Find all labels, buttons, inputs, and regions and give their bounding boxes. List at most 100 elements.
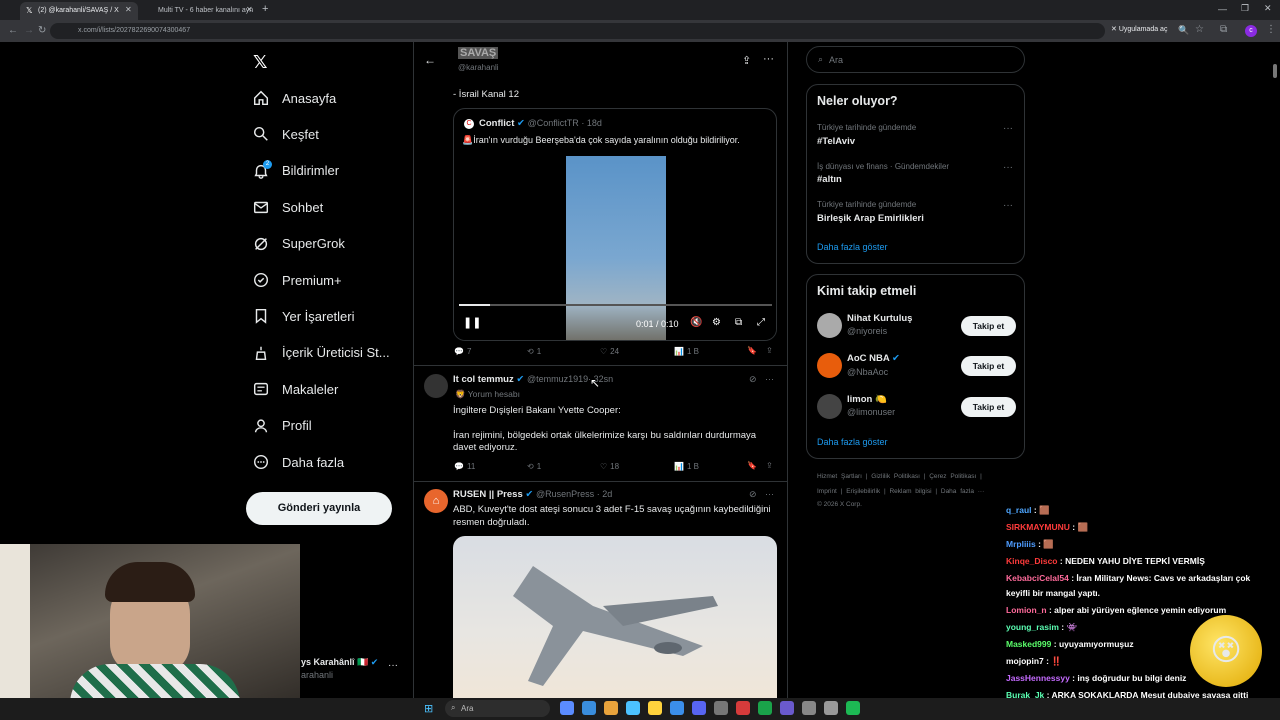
follow-avatar[interactable] [817, 353, 842, 378]
windows-start-icon[interactable]: ⊞ [424, 702, 433, 715]
share-icon[interactable]: ⇪ [766, 346, 773, 355]
star-icon[interactable]: ☆ [1195, 24, 1204, 35]
chat-username[interactable]: Masked999 [1006, 639, 1051, 649]
footer-link[interactable]: Çerez Politikası [929, 473, 976, 480]
chat-username[interactable]: mojopin7 [1006, 656, 1044, 666]
video-player[interactable]: ❚❚ 0:01 / 0:10 🔇 ⚙ ⧉ ⤢ [454, 156, 776, 340]
trend-more-icon[interactable]: ··· [1003, 123, 1013, 134]
chat-username[interactable]: Lomion_n [1006, 605, 1047, 615]
tweet-time[interactable]: · 2d [597, 489, 613, 499]
chat-username[interactable]: Kinqe_Disco [1006, 556, 1058, 566]
tab-savas[interactable]: (2) @karahanli/SAVAŞ / X [20, 2, 138, 20]
close-tab-icon[interactable]: ✕ [246, 5, 253, 14]
follow-name[interactable]: Nihat Kurtuluş [847, 313, 912, 324]
sidebar-item-sohbet[interactable]: Sohbet [252, 192, 323, 222]
maximize-icon[interactable]: ❐ [1241, 3, 1249, 14]
follow-name[interactable]: AoC NBA ✔ [847, 353, 900, 364]
tab-multitv[interactable]: Multi TV - 6 haber kanalını ayn [140, 2, 258, 20]
quote-tweet-card[interactable]: C Conflict ✔ @ConflictTR · 18d 🚨İran'ın … [453, 108, 777, 341]
footer-link[interactable]: Imprint [817, 488, 837, 495]
trend-item[interactable]: #TelAviv [817, 136, 855, 147]
sidebar-item-premium[interactable]: Premium+ [252, 265, 342, 295]
sidebar-item-supergrok[interactable]: SuperGrok [252, 229, 345, 259]
chat-username[interactable]: KebabciCelal54 [1006, 573, 1069, 583]
sidebar-item-profil[interactable]: Profil [252, 411, 312, 441]
tweet-author-handle[interactable]: @temmuz1919 [527, 374, 588, 384]
sidebar-item-makaleler[interactable]: Makaleler [252, 374, 338, 404]
follow-button[interactable]: Takip et [961, 316, 1016, 336]
taskbar-search-input[interactable]: ⌕ Ara [445, 700, 550, 717]
forward-icon[interactable]: → [24, 25, 34, 36]
trend-item[interactable]: Birleşik Arap Emirlikleri [817, 213, 924, 224]
account-more-icon[interactable]: ··· [388, 660, 398, 671]
more-icon[interactable]: ··· [765, 374, 774, 384]
sidebar-item-i-çerik-üreticisi-st[interactable]: İçerik Üreticisi St... [252, 338, 390, 368]
grok-icon[interactable]: ⊘ [749, 374, 757, 385]
back-arrow-icon[interactable]: ← [424, 53, 436, 67]
follow-button[interactable]: Takip et [961, 397, 1016, 417]
like-button[interactable]: ♡ 24 [600, 347, 619, 356]
video-progress-track[interactable] [459, 304, 772, 306]
sidebar-item-anasayfa[interactable]: Anasayfa [252, 83, 336, 113]
more-icon[interactable]: ··· [765, 489, 774, 499]
obs-icon[interactable] [736, 701, 750, 715]
follow-button[interactable]: Takip et [961, 356, 1016, 376]
follow-avatar[interactable] [817, 313, 842, 338]
chat-username[interactable]: young_rasim [1006, 622, 1059, 632]
steam-icon[interactable] [714, 701, 728, 715]
tweet-avatar[interactable] [424, 374, 448, 398]
open-in-app-button[interactable]: ✕ Uygulamada aç [1111, 25, 1167, 33]
grok-icon[interactable]: ⊘ [749, 489, 757, 500]
footer-link[interactable]: Reklam bilgisi [889, 488, 931, 495]
terminal-icon[interactable] [780, 701, 794, 715]
chat-username[interactable]: JassHennessyy [1006, 673, 1070, 683]
follow-name[interactable]: limon 🍋 [847, 394, 887, 405]
extensions-icon[interactable]: ⧉ [1220, 24, 1227, 35]
footer-link[interactable]: Erişilebilirlik [846, 488, 880, 495]
share-icon[interactable]: ⇪ [742, 54, 751, 67]
whatsapp-icon[interactable] [758, 701, 772, 715]
views-button[interactable]: 📊 1 B [674, 347, 699, 356]
repost-button[interactable]: ⟲ 1 [527, 347, 541, 356]
pip-icon[interactable]: ⧉ [735, 317, 742, 328]
x-logo-icon[interactable]: 𝕏 [253, 52, 268, 73]
trend-item[interactable]: #altın [817, 174, 842, 185]
tweet-author-name[interactable]: It col temmuz [453, 374, 514, 385]
sidebar-item-keşfet[interactable]: Keşfet [252, 119, 319, 149]
file-explorer-icon[interactable] [604, 701, 618, 715]
footer-link[interactable]: Daha fazla ··· [941, 488, 984, 495]
bookmark-icon[interactable]: 🔖 [747, 461, 757, 470]
zoom-icon[interactable]: 🔍 [1178, 25, 1189, 36]
page-scrollbar[interactable] [1273, 64, 1277, 78]
share-icon[interactable]: ⇪ [766, 461, 773, 470]
copilot-icon[interactable] [582, 701, 596, 715]
sidebar-item-yer-i-şaretleri[interactable]: Yer İşaretleri [252, 301, 355, 331]
tweet-author-handle[interactable]: @RusenPress [536, 489, 594, 499]
settings-icon[interactable] [670, 701, 684, 715]
fullscreen-icon[interactable]: ⤢ [757, 317, 765, 328]
menu-icon[interactable]: ⋮ [1266, 24, 1276, 35]
account-name[interactable]: ys Karahânlî 🇮🇹 ✔ [301, 657, 378, 668]
close-window-icon[interactable]: ✕ [1264, 3, 1272, 14]
widgets-icon[interactable] [560, 701, 574, 715]
trend-more-icon[interactable]: ··· [1003, 162, 1013, 173]
app-icon[interactable] [802, 701, 816, 715]
spotify-icon[interactable] [846, 701, 860, 715]
chat-username[interactable]: SIRKMAYMUNU [1006, 522, 1070, 532]
mute-icon[interactable]: 🔇 [690, 317, 702, 328]
minimize-icon[interactable]: — [1218, 4, 1227, 14]
views-button[interactable]: 📊 1 B [674, 462, 699, 471]
like-button[interactable]: ♡ 18 [600, 462, 619, 471]
chat-username[interactable]: Mrpliiis [1006, 539, 1036, 549]
repost-button[interactable]: ⟲ 1 [527, 462, 541, 471]
close-tab-icon[interactable]: ✕ [125, 5, 132, 14]
sidebar-item-daha-fazla[interactable]: Daha fazla [252, 447, 344, 477]
chrome-icon[interactable] [648, 701, 662, 715]
reply-button[interactable]: 💬 11 [454, 462, 475, 471]
trend-more-icon[interactable]: ··· [1003, 200, 1013, 211]
more-icon[interactable]: ··· [763, 53, 774, 65]
reply-button[interactable]: 💬 7 [454, 347, 471, 356]
reload-icon[interactable]: ↻ [38, 25, 46, 36]
trends-show-more[interactable]: Daha fazla göster [817, 242, 888, 252]
settings-icon[interactable]: ⚙ [712, 317, 721, 328]
